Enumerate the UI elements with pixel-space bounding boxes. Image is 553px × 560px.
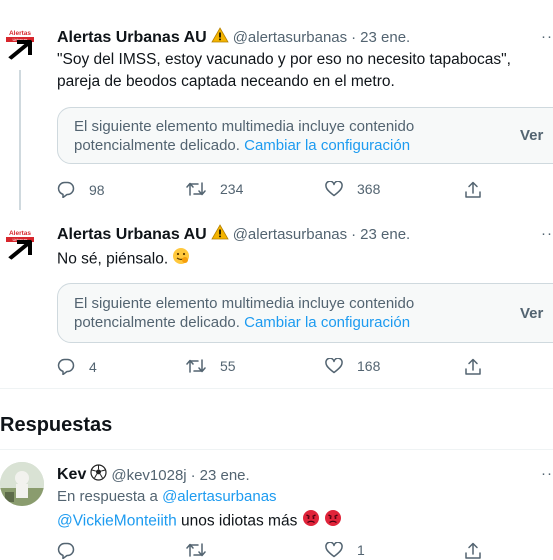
separator: · [351, 29, 357, 46]
share-icon [464, 181, 482, 199]
sensitive-media-warning: El siguiente elemento multimedia incluye… [57, 107, 553, 164]
like-action[interactable]: 368 [325, 181, 380, 197]
separator: · [351, 226, 357, 243]
like-count: 1 [357, 542, 365, 558]
like-count: 368 [357, 181, 381, 197]
change-settings-link[interactable]: Cambiar la configuración [244, 137, 410, 154]
more-icon[interactable]: ·· [541, 465, 553, 482]
tweet-header: Alertas Urbanas AU @alertasurbanas · 23 … [57, 224, 410, 245]
reply-text: @VickieMonteiith unos idiotas más [57, 509, 342, 534]
section-divider [0, 388, 553, 389]
tweet-2[interactable]: Alertas Urbanas Alertas Urbanas AU @aler… [0, 210, 553, 388]
reply-header: Kev @kev1028j · 23 ene. [57, 464, 250, 486]
retweet-icon [186, 181, 206, 197]
more-icon[interactable]: ·· [541, 225, 553, 242]
in-reply-to: En respuesta a @alertasurbanas [57, 488, 277, 505]
reply-count: 4 [89, 358, 97, 375]
author-name[interactable]: Kev [57, 466, 86, 484]
reply-tweet[interactable]: Kev @kev1028j · 23 ene. ·· En respuesta … [0, 450, 553, 559]
tweet-date[interactable]: 23 ene. [360, 29, 410, 46]
tweet-text: "Soy del IMSS, estoy vacunado y por eso … [57, 51, 511, 90]
author-handle[interactable]: @kev1028j [111, 467, 186, 484]
like-count: 168 [357, 358, 381, 374]
share-action[interactable] [464, 542, 482, 560]
warning-text: El siguiente elemento multimedia incluye… [74, 294, 454, 332]
share-action[interactable] [464, 181, 482, 199]
reply-action[interactable]: 98 [57, 181, 105, 198]
reply-text-content: unos idiotas más [181, 512, 298, 530]
view-button[interactable]: Ver [520, 305, 543, 322]
like-icon [325, 181, 343, 197]
section-title: Respuestas [0, 414, 113, 436]
in-reply-handle-link[interactable]: @alertasurbanas [162, 488, 276, 505]
mention-link[interactable]: @VickieMonteiith [57, 513, 177, 530]
view-button[interactable]: Ver [520, 127, 543, 144]
retweet-action[interactable]: 234 [186, 181, 243, 197]
author-name[interactable]: Alertas Urbanas AU [57, 226, 207, 244]
reply-icon [57, 542, 75, 559]
like-icon [325, 358, 343, 374]
retweet-action[interactable]: 55 [186, 358, 236, 374]
like-action[interactable]: 168 [325, 358, 380, 374]
tweet-text: No sé, piénsalo. [57, 247, 190, 272]
sensitive-media-warning: El siguiente elemento multimedia incluye… [57, 283, 553, 343]
more-icon[interactable]: ·· [541, 28, 553, 45]
thread-line [19, 70, 21, 210]
tweet-text-content: No sé, piénsalo. [57, 250, 169, 268]
reply-action[interactable]: 4 [57, 358, 97, 375]
soccer-ball-icon [90, 464, 107, 486]
tweet-date[interactable]: 23 ene. [200, 467, 250, 484]
retweet-icon [186, 358, 206, 374]
change-settings-link[interactable]: Cambiar la configuración [244, 314, 410, 331]
reply-icon [57, 358, 75, 375]
in-reply-prefix: En respuesta a [57, 488, 158, 505]
retweet-action[interactable] [186, 542, 206, 558]
reply-icon [57, 181, 75, 198]
share-action[interactable] [464, 358, 482, 376]
like-icon [325, 542, 343, 558]
retweet-count: 234 [220, 181, 244, 197]
smile-emoji-icon [172, 247, 190, 272]
tweet-1[interactable]: Alertas Urbanas Alertas Urbanas AU @aler… [0, 0, 553, 210]
warning-text: El siguiente elemento multimedia incluye… [74, 117, 454, 155]
warning-icon [210, 27, 229, 48]
separator: · [190, 466, 196, 484]
warning-icon [210, 224, 229, 245]
avatar-logo-text: Alertas [9, 30, 31, 37]
tweet-date[interactable]: 23 ene. [360, 226, 410, 243]
share-icon [464, 542, 482, 560]
avatar-alertas-urbanas[interactable]: Alertas Urbanas [3, 228, 37, 262]
retweet-icon [186, 542, 206, 558]
like-action[interactable]: 1 [325, 542, 365, 558]
avatar-kev[interactable] [0, 462, 44, 506]
author-name[interactable]: Alertas Urbanas AU [57, 29, 207, 47]
author-handle[interactable]: @alertasurbanas [233, 226, 347, 243]
angry-emoji-icon [302, 509, 320, 534]
avatar-alertas-urbanas[interactable]: Alertas Urbanas [3, 28, 37, 62]
reply-action[interactable] [57, 542, 75, 559]
svg-text:Alertas: Alertas [9, 230, 31, 237]
retweet-count: 55 [220, 358, 236, 374]
share-icon [464, 358, 482, 376]
angry-emoji-icon [324, 509, 342, 534]
author-handle[interactable]: @alertasurbanas [233, 29, 347, 46]
reply-count: 98 [89, 181, 105, 198]
tweet-header: Alertas Urbanas AU @alertasurbanas · 23 … [57, 27, 410, 48]
